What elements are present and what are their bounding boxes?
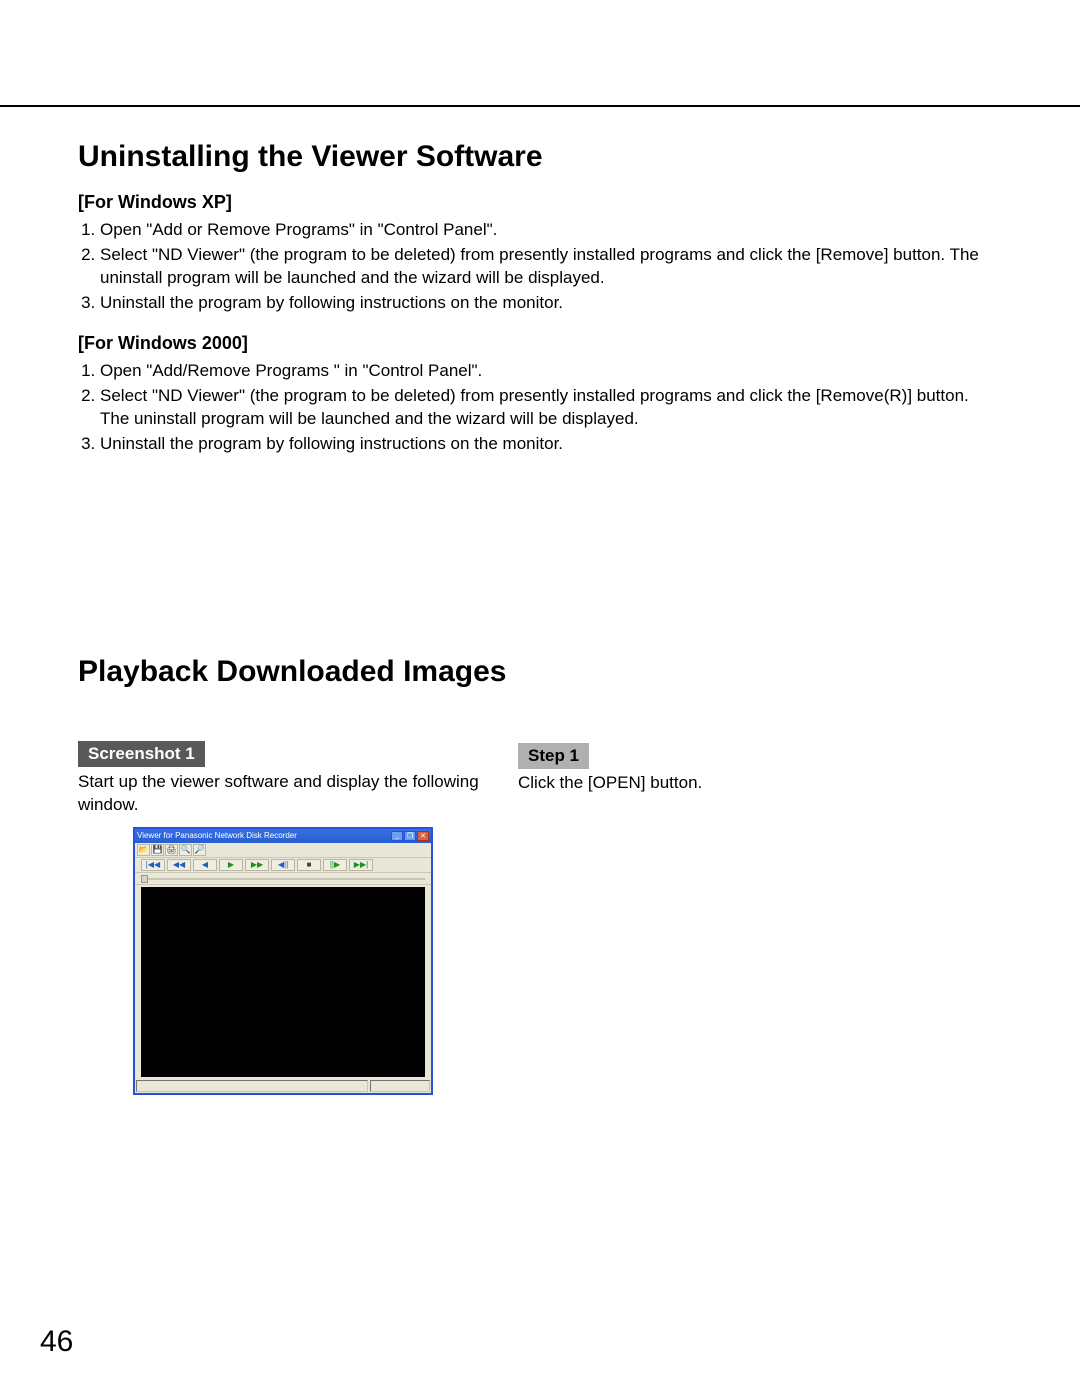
zoom-in-icon[interactable]: 🔍 [179, 844, 192, 856]
section-title-playback: Playback Downloaded Images [78, 655, 1040, 689]
toolbar: 📂 💾 🖨 🔍 🔎 [135, 843, 431, 858]
titlebar[interactable]: Viewer for Panasonic Network Disk Record… [135, 829, 431, 843]
step-text: Open "Add/Remove Programs " in "Control … [100, 360, 1040, 383]
top-rule [0, 105, 1080, 107]
step-text: Uninstall the program by following instr… [100, 433, 1040, 456]
viewer-window: Viewer for Panasonic Network Disk Record… [133, 827, 433, 1095]
step-text: Select "ND Viewer" (the program to be de… [100, 244, 1040, 290]
list-item: Uninstall the program by following instr… [100, 433, 1040, 456]
status-cell [136, 1080, 368, 1092]
play-button[interactable]: ▶ [219, 859, 243, 871]
step-back-button[interactable]: ◀|| [271, 859, 295, 871]
section-title-uninstall: Uninstalling the Viewer Software [78, 140, 1040, 174]
step-label: Step 1 [518, 743, 589, 769]
steps-w2k: Open "Add/Remove Programs " in "Control … [100, 360, 1040, 456]
steps-xp: Open "Add or Remove Programs" in "Contro… [100, 219, 1040, 315]
screenshot-desc: Start up the viewer software and display… [78, 771, 508, 817]
slider-thumb[interactable] [141, 875, 148, 883]
back-button[interactable]: ◀ [193, 859, 217, 871]
slider-track [141, 878, 425, 880]
subhead-w2k: [For Windows 2000] [78, 333, 1040, 354]
maximize-button[interactable]: ❐ [404, 831, 416, 841]
skip-back-button[interactable]: |◀◀ [141, 859, 165, 871]
content-area: Uninstalling the Viewer Software [For Wi… [78, 140, 1040, 458]
list-item: Uninstall the program by following instr… [100, 292, 1040, 315]
minimize-button[interactable]: _ [391, 831, 403, 841]
window-title: Viewer for Panasonic Network Disk Record… [137, 831, 297, 840]
stop-button[interactable]: ■ [297, 859, 321, 871]
screenshot-label: Screenshot 1 [78, 741, 205, 767]
ff-button[interactable]: ▶▶ [245, 859, 269, 871]
subhead-xp: [For Windows XP] [78, 192, 1040, 213]
list-item: Select "ND Viewer" (the program to be de… [100, 244, 1040, 290]
step-fwd-button[interactable]: ||▶ [323, 859, 347, 871]
open-icon[interactable]: 📂 [137, 844, 150, 856]
step-text: Open "Add or Remove Programs" in "Contro… [100, 219, 1040, 242]
save-icon[interactable]: 💾 [151, 844, 164, 856]
skip-fwd-button[interactable]: ▶▶| [349, 859, 373, 871]
statusbar [135, 1079, 431, 1093]
page-number: 46 [40, 1325, 73, 1359]
step-text: Uninstall the program by following instr… [100, 292, 1040, 315]
rewind-button[interactable]: ◀◀ [167, 859, 191, 871]
transport-bar: |◀◀ ◀◀ ◀ ▶ ▶▶ ◀|| ■ ||▶ ▶▶| [135, 858, 431, 873]
print-icon[interactable]: 🖨 [165, 844, 178, 856]
zoom-out-icon[interactable]: 🔎 [193, 844, 206, 856]
window-controls: _ ❐ ✕ [391, 831, 429, 841]
video-area [141, 887, 425, 1077]
seek-slider[interactable] [135, 873, 431, 885]
step-text: Select "ND Viewer" (the program to be de… [100, 385, 1040, 431]
list-item: Open "Add or Remove Programs" in "Contro… [100, 219, 1040, 242]
close-button[interactable]: ✕ [417, 831, 429, 841]
step-text: Click the [OPEN] button. [518, 773, 702, 793]
list-item: Select "ND Viewer" (the program to be de… [100, 385, 1040, 431]
status-cell [370, 1080, 430, 1092]
list-item: Open "Add/Remove Programs " in "Control … [100, 360, 1040, 383]
playback-section: Playback Downloaded Images Screenshot 1 … [78, 655, 1040, 1095]
